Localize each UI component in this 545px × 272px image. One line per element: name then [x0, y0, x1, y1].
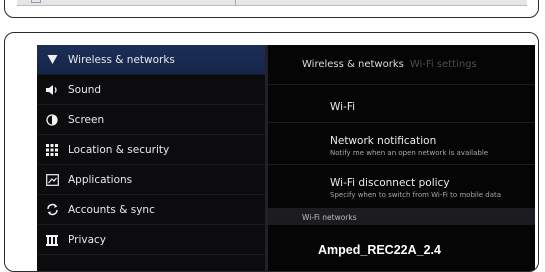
applications-icon: [45, 173, 59, 187]
breadcrumb: Wireless & networks Wi-Fi settings: [268, 45, 535, 85]
previous-screenshot-panel: [4, 0, 539, 18]
row-title: Network notification: [330, 135, 437, 147]
privacy-icon: [45, 233, 59, 247]
wifi-networks-header: Wi-Fi networks: [268, 209, 535, 225]
sidebar-item-privacy[interactable]: Privacy: [37, 225, 265, 255]
wifi-disconnect-policy-row[interactable]: Wi-Fi disconnect policy Specify when to …: [268, 165, 535, 209]
speaker-icon: [45, 83, 59, 97]
sidebar-item-applications[interactable]: Applications: [37, 165, 265, 195]
row-subtitle: Notify me when an open network is availa…: [330, 149, 489, 157]
previous-screenshot-strip: [17, 0, 527, 6]
screenshot-panel: Wireless & networks Sound Screen Locatio…: [4, 32, 539, 272]
tablet-settings-screen: Wireless & networks Sound Screen Locatio…: [37, 45, 535, 271]
location-grid-icon: [45, 143, 59, 157]
sidebar-item-accounts[interactable]: Accounts & sync: [37, 195, 265, 225]
column-divider: [235, 0, 236, 5]
brightness-icon: [45, 113, 59, 127]
settings-sidebar: Wireless & networks Sound Screen Locatio…: [37, 45, 265, 271]
sidebar-item-location[interactable]: Location & security: [37, 135, 265, 165]
sidebar-item-label: Location & security: [68, 143, 170, 156]
sync-icon: [45, 203, 59, 217]
row-subtitle: Specify when to switch from Wi-Fi to mob…: [330, 191, 502, 199]
row-title: Wi-Fi disconnect policy: [330, 177, 450, 189]
image-icon: [31, 0, 41, 3]
sidebar-item-label: Sound: [68, 83, 102, 96]
row-title: Wi-Fi: [330, 101, 356, 113]
breadcrumb-next: Wi-Fi settings: [409, 59, 477, 70]
sidebar-item-label: Privacy: [68, 233, 107, 246]
sidebar-item-label: Accounts & sync: [68, 203, 155, 216]
sidebar-item-label: Screen: [68, 113, 105, 126]
wifi-icon: [45, 53, 59, 67]
sidebar-item-screen[interactable]: Screen: [37, 105, 265, 135]
network-notification-row[interactable]: Network notification Notify me when an o…: [268, 123, 535, 165]
sidebar-item-wireless[interactable]: Wireless & networks: [37, 45, 265, 75]
wifi-toggle-row[interactable]: Wi-Fi: [268, 85, 535, 123]
sidebar-item-label: Wireless & networks: [68, 53, 175, 66]
breadcrumb-current[interactable]: Wireless & networks: [302, 59, 404, 70]
network-list-item[interactable]: Amped_REC22A_2.4: [318, 243, 441, 257]
settings-content: Wireless & networks Wi-Fi settings Wi-Fi…: [268, 45, 535, 271]
sidebar-item-sound[interactable]: Sound: [37, 75, 265, 105]
sidebar-item-label: Applications: [68, 173, 133, 186]
